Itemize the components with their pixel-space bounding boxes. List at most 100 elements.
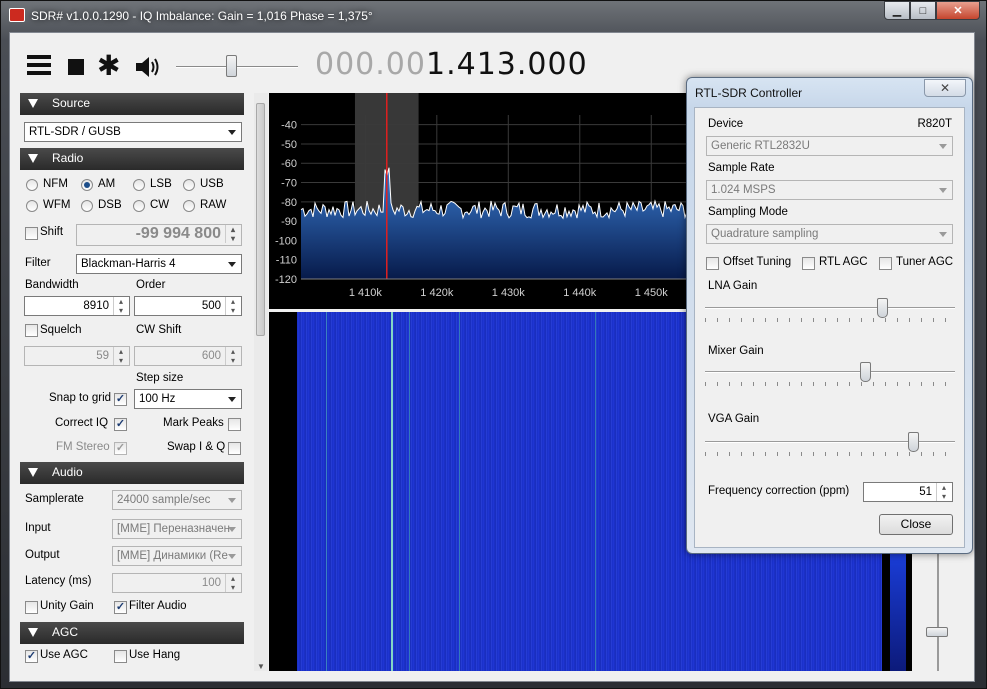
lna-gain-thumb[interactable] [877, 298, 889, 318]
contrast-slider-thumb[interactable] [926, 627, 948, 637]
use-hang-checkbox[interactable] [114, 650, 127, 663]
snap-to-grid-label: Snap to grid [49, 392, 112, 404]
snap-to-grid-checkbox[interactable]: ✓ [114, 393, 127, 406]
mode-label-dsb: DSB [98, 199, 122, 211]
gear-icon[interactable]: ✱ [97, 52, 125, 82]
latency-label: Latency (ms) [25, 575, 92, 587]
frequency-active-digits[interactable]: 1.413.000 [426, 47, 588, 82]
lna-gain-track[interactable] [705, 307, 955, 309]
mode-radio-wfm[interactable] [26, 200, 38, 212]
device-select[interactable]: Generic RTL2832U [706, 136, 953, 156]
mode-label-lsb: LSB [150, 178, 172, 190]
panel-scrollbar[interactable]: ▼ [254, 93, 268, 671]
use-agc-checkbox[interactable]: ✓ [25, 650, 38, 663]
offset-tuning-checkbox[interactable] [706, 257, 719, 270]
shift-checkbox[interactable] [25, 227, 38, 240]
spectrum-chart[interactable]: -40 -50 -60 -70 -80 -90 -100 -110 -120 1 410k 1 42… [269, 93, 688, 309]
correct-iq-label: Correct IQ [55, 417, 109, 429]
mode-radio-usb[interactable] [183, 179, 195, 191]
squelch-label: Squelch [40, 324, 82, 336]
stop-icon[interactable] [68, 59, 84, 75]
mark-peaks-checkbox[interactable] [228, 418, 241, 431]
output-label: Output [25, 549, 60, 561]
rtl-agc-checkbox[interactable] [802, 257, 815, 270]
order-label: Order [136, 279, 166, 291]
sampling-mode-select[interactable]: Quadrature sampling [706, 224, 953, 244]
y-tick-label: -50 [281, 139, 297, 151]
contrast-slider-track[interactable] [937, 553, 939, 671]
radio-section-header[interactable]: Radio [20, 148, 244, 170]
order-input[interactable]: 500 [134, 296, 242, 316]
step-size-select[interactable]: 100 Hz [134, 389, 242, 409]
volume-slider-track[interactable] [176, 66, 298, 68]
squelch-checkbox[interactable] [25, 324, 38, 337]
bandwidth-input[interactable]: 8910 [24, 296, 130, 316]
latency-input[interactable]: 100 [112, 573, 242, 593]
mode-radio-cw[interactable] [133, 200, 145, 212]
output-device-select[interactable]: [MME] Динамики (Re [112, 546, 242, 566]
scroll-down-arrow-icon[interactable]: ▼ [257, 662, 265, 671]
title-bar: SDR# v1.0.0.1290 - IQ Imbalance: Gain = … [1, 1, 987, 31]
spectrum-analyzer[interactable]: -40 -50 -60 -70 -80 -90 -100 -110 -120 1 410k 1 42… [269, 93, 688, 309]
mixer-gain-thumb[interactable] [860, 362, 872, 382]
mode-label-usb: USB [200, 178, 224, 190]
vga-gain-slider[interactable] [705, 430, 955, 456]
speaker-icon[interactable] [134, 55, 162, 79]
window-title: SDR# v1.0.0.1290 - IQ Imbalance: Gain = … [31, 9, 373, 23]
rtl-sdr-controller-dialog: RTL-SDR Controller ✕ Device R820T Generi… [686, 77, 973, 554]
mode-radio-raw[interactable] [183, 200, 195, 212]
fm-stereo-checkbox[interactable]: ✓ [114, 442, 127, 455]
volume-slider-thumb[interactable] [226, 55, 237, 77]
input-device-select[interactable]: [MME] Переназначен [112, 519, 242, 539]
minimize-button[interactable]: ▁ [884, 1, 910, 20]
unity-gain-checkbox[interactable] [25, 601, 38, 614]
swap-iq-label: Swap I & Q [167, 441, 226, 453]
filter-audio-checkbox[interactable]: ✓ [114, 601, 127, 614]
cw-shift-input[interactable]: 600 [134, 346, 242, 366]
frequency-correction-input[interactable]: 51 [863, 482, 953, 502]
mode-radio-nfm[interactable] [26, 179, 38, 191]
waterfall-carrier-trace [391, 312, 393, 671]
frequency-leading-digits[interactable]: 000.00 [315, 47, 426, 82]
dialog-close-icon[interactable]: ✕ [924, 79, 966, 97]
source-section-header[interactable]: Source [20, 93, 244, 115]
tuner-agc-checkbox[interactable] [879, 257, 892, 270]
sdr-main-window: SDR# v1.0.0.1290 - IQ Imbalance: Gain = … [0, 0, 987, 689]
mixer-gain-ticks [705, 382, 955, 386]
audio-section-header[interactable]: Audio [20, 462, 244, 484]
maximize-button[interactable]: □ [910, 1, 936, 20]
shift-input[interactable]: -99 994 800 [76, 224, 242, 246]
mode-radio-lsb[interactable] [133, 179, 145, 191]
samplerate-select[interactable]: 24000 sample/sec [112, 490, 242, 510]
y-tick-label: -110 [276, 255, 297, 267]
mode-label-am: AM [98, 178, 116, 190]
vga-gain-thumb[interactable] [908, 432, 920, 452]
mode-radio-am[interactable] [81, 179, 93, 191]
correct-iq-checkbox[interactable]: ✓ [114, 418, 127, 431]
swap-iq-checkbox[interactable] [228, 442, 241, 455]
x-tick-label: 1 440k [563, 287, 597, 299]
use-hang-label: Use Hang [129, 649, 181, 661]
bandwidth-label: Bandwidth [25, 279, 79, 291]
frequency-correction-label: Frequency correction (ppm) [708, 485, 850, 497]
source-device-select[interactable]: RTL-SDR / GUSB [24, 122, 242, 142]
mixer-gain-track[interactable] [705, 371, 955, 373]
frequency-display[interactable]: 000.001.413.000 [315, 47, 588, 82]
close-button[interactable]: ✕ [936, 1, 980, 20]
agc-section-header[interactable]: AGC [20, 622, 244, 644]
panel-scrollbar-thumb[interactable] [256, 103, 265, 336]
filter-label: Filter [25, 257, 51, 269]
cw-shift-label: CW Shift [136, 324, 182, 336]
close-dialog-button[interactable]: Close [879, 514, 953, 535]
y-tick-label: -100 [275, 235, 297, 247]
mode-label-cw: CW [150, 199, 170, 211]
filter-select[interactable]: Blackman-Harris 4 [76, 254, 242, 274]
mode-radio-dsb[interactable] [81, 200, 93, 212]
contrast-slider[interactable] [915, 553, 965, 671]
mixer-gain-slider[interactable] [705, 360, 955, 386]
sample-rate-select[interactable]: 1.024 MSPS [706, 180, 953, 200]
menu-icon[interactable] [27, 55, 51, 75]
lna-gain-slider[interactable] [705, 296, 955, 322]
step-size-label: Step size [136, 372, 184, 384]
squelch-input[interactable]: 59 [24, 346, 130, 366]
